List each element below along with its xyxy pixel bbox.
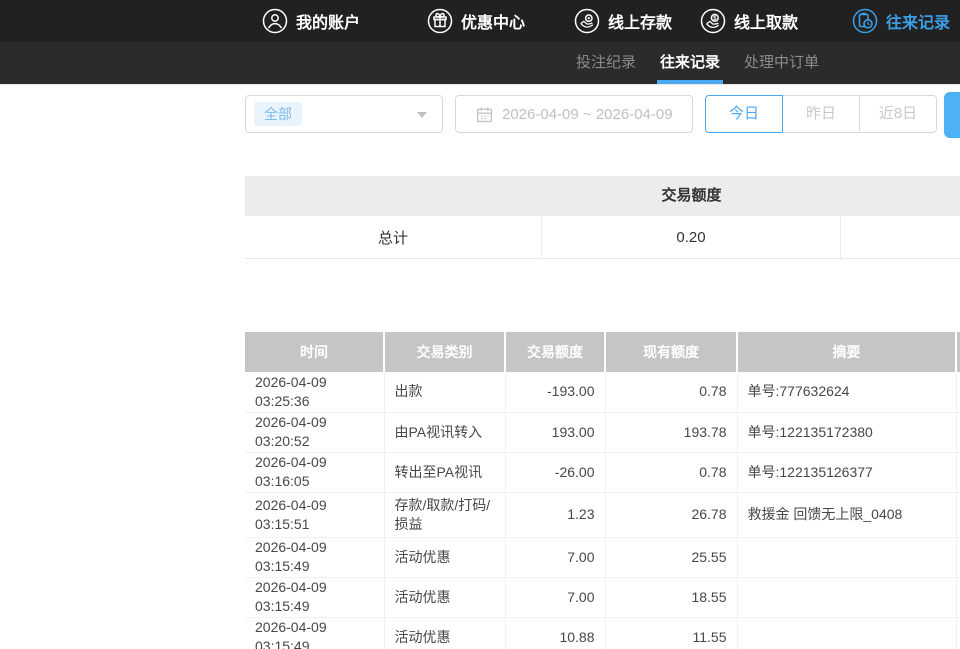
cell-clipped: [956, 577, 960, 617]
nav-my-account[interactable]: 我的账户: [262, 0, 360, 42]
cell-balance: 26.78: [605, 492, 737, 537]
nav-online-withdraw[interactable]: $ 线上取款: [700, 0, 798, 42]
gift-icon: [427, 8, 453, 34]
summary-table: 交易额度 总计 0.20: [245, 176, 960, 259]
nav-label: 往来记录: [886, 9, 950, 33]
calendar-icon: [476, 106, 493, 123]
records-subnav: 投注纪录 往来记录 处理中订单: [0, 42, 960, 84]
cell-type: 由PA视讯转入: [384, 412, 505, 452]
nav-promo-center[interactable]: 优惠中心: [427, 0, 525, 42]
cell-time: 2026-04-09 03:15:49: [245, 537, 384, 577]
cell-clipped: [956, 372, 960, 412]
table-row: 2026-04-09 03:15:51 存款/取款/打码/损益 1.23 26.…: [245, 492, 960, 537]
cell-summary: [737, 537, 956, 577]
col-header-clipped: [956, 332, 960, 372]
tab-betting-records[interactable]: 投注纪录: [576, 42, 636, 84]
cell-balance: 18.55: [605, 577, 737, 617]
cell-balance: 11.55: [605, 617, 737, 649]
cell-summary: [737, 617, 956, 649]
content-divider: [0, 84, 960, 85]
summary-header: 交易额度: [245, 176, 960, 216]
date-range-value: 2026-04-09 ~ 2026-04-09: [502, 106, 673, 123]
date-range-input[interactable]: 2026-04-09 ~ 2026-04-09: [455, 95, 693, 133]
cell-summary: [737, 577, 956, 617]
col-header-type: 交易类别: [384, 332, 505, 372]
nav-label: 我的账户: [296, 9, 360, 33]
nav-online-deposit[interactable]: 线上存款: [574, 0, 672, 42]
user-circle-icon: [262, 8, 288, 34]
cell-amount: 193.00: [505, 412, 605, 452]
col-header-summary: 摘要: [737, 332, 956, 372]
col-header-time: 时间: [245, 332, 384, 372]
table-row: 2026-04-09 03:16:05 转出至PA视讯 -26.00 0.78 …: [245, 452, 960, 492]
cell-amount: -193.00: [505, 372, 605, 412]
nav-label: 线上存款: [608, 9, 672, 33]
cell-clipped: [956, 452, 960, 492]
cell-time: 2026-04-09 03:16:05: [245, 452, 384, 492]
col-header-balance: 现有额度: [605, 332, 737, 372]
cell-balance: 0.78: [605, 452, 737, 492]
table-row: 2026-04-09 03:15:49 活动优惠 7.00 18.55: [245, 577, 960, 617]
table-row: 2026-04-09 03:15:49 活动优惠 7.00 25.55: [245, 537, 960, 577]
cell-balance: 25.55: [605, 537, 737, 577]
tab-transaction-records[interactable]: 往来记录: [660, 42, 720, 84]
cell-type: 活动优惠: [384, 617, 505, 649]
deposit-hand-coin-icon: [574, 8, 600, 34]
cell-summary: 单号:122135172380: [737, 412, 956, 452]
cell-type: 活动优惠: [384, 577, 505, 617]
cell-amount: 1.23: [505, 492, 605, 537]
cell-balance: 0.78: [605, 372, 737, 412]
cell-clipped: [956, 492, 960, 537]
cell-balance: 193.78: [605, 412, 737, 452]
summary-total-label: 总计: [245, 216, 542, 258]
table-row: 2026-04-09 03:20:52 由PA视讯转入 193.00 193.7…: [245, 412, 960, 452]
cell-summary: 救援金 回馈无上限_0408: [737, 492, 956, 537]
quick-date-buttons: 今日 昨日 近8日: [705, 95, 937, 133]
cell-time: 2026-04-09 03:15:49: [245, 577, 384, 617]
summary-total-row: 总计 0.20: [245, 216, 960, 259]
cell-amount: -26.00: [505, 452, 605, 492]
cell-summary: 单号:122135126377: [737, 452, 956, 492]
clipboard-clock-icon: [852, 8, 878, 34]
cell-clipped: [956, 537, 960, 577]
cell-clipped: [956, 412, 960, 452]
tab-processing-orders[interactable]: 处理中订单: [744, 42, 819, 84]
last-8-days-button[interactable]: 近8日: [859, 95, 937, 133]
summary-empty-cell: [841, 216, 960, 258]
chevron-down-icon: [417, 112, 427, 118]
cell-time: 2026-04-09 03:25:36: [245, 372, 384, 412]
table-header-row: 时间 交易类别 交易额度 现有额度 摘要: [245, 332, 960, 372]
cell-type: 活动优惠: [384, 537, 505, 577]
cell-clipped: [956, 617, 960, 649]
cell-time: 2026-04-09 03:15:49: [245, 617, 384, 649]
search-button[interactable]: [944, 92, 960, 138]
table-row: 2026-04-09 03:15:49 活动优惠 10.88 11.55: [245, 617, 960, 649]
yesterday-button[interactable]: 昨日: [782, 95, 860, 133]
top-navbar: 我的账户 优惠中心 线上存款 $ 线上取款 往来记录: [0, 0, 960, 42]
nav-transaction-records[interactable]: 往来记录: [852, 0, 950, 42]
cell-amount: 10.88: [505, 617, 605, 649]
cell-amount: 7.00: [505, 537, 605, 577]
withdraw-hand-coin-icon: $: [700, 8, 726, 34]
records-tabs: 投注纪录 往来记录 处理中订单: [576, 42, 819, 84]
nav-label: 线上取款: [734, 9, 798, 33]
transaction-type-select[interactable]: 全部: [245, 95, 443, 133]
transaction-records-page: 我的账户 优惠中心 线上存款 $ 线上取款 往来记录 投注纪录 往来记录 处理中…: [0, 0, 960, 649]
col-header-amount: 交易额度: [505, 332, 605, 372]
cell-time: 2026-04-09 03:15:51: [245, 492, 384, 537]
cell-type: 存款/取款/打码/损益: [384, 492, 505, 537]
today-button[interactable]: 今日: [705, 95, 783, 133]
table-row: 2026-04-09 03:25:36 出款 -193.00 0.78 单号:7…: [245, 372, 960, 412]
records-table: 时间 交易类别 交易额度 现有额度 摘要 2026-04-09 03:25:36…: [245, 332, 960, 649]
summary-header-label: 交易额度: [542, 176, 841, 216]
nav-label: 优惠中心: [461, 9, 525, 33]
summary-total-value: 0.20: [542, 216, 841, 258]
cell-type: 出款: [384, 372, 505, 412]
cell-time: 2026-04-09 03:20:52: [245, 412, 384, 452]
cell-amount: 7.00: [505, 577, 605, 617]
selected-type-chip: 全部: [254, 102, 302, 126]
cell-type: 转出至PA视讯: [384, 452, 505, 492]
cell-summary: 单号:777632624: [737, 372, 956, 412]
